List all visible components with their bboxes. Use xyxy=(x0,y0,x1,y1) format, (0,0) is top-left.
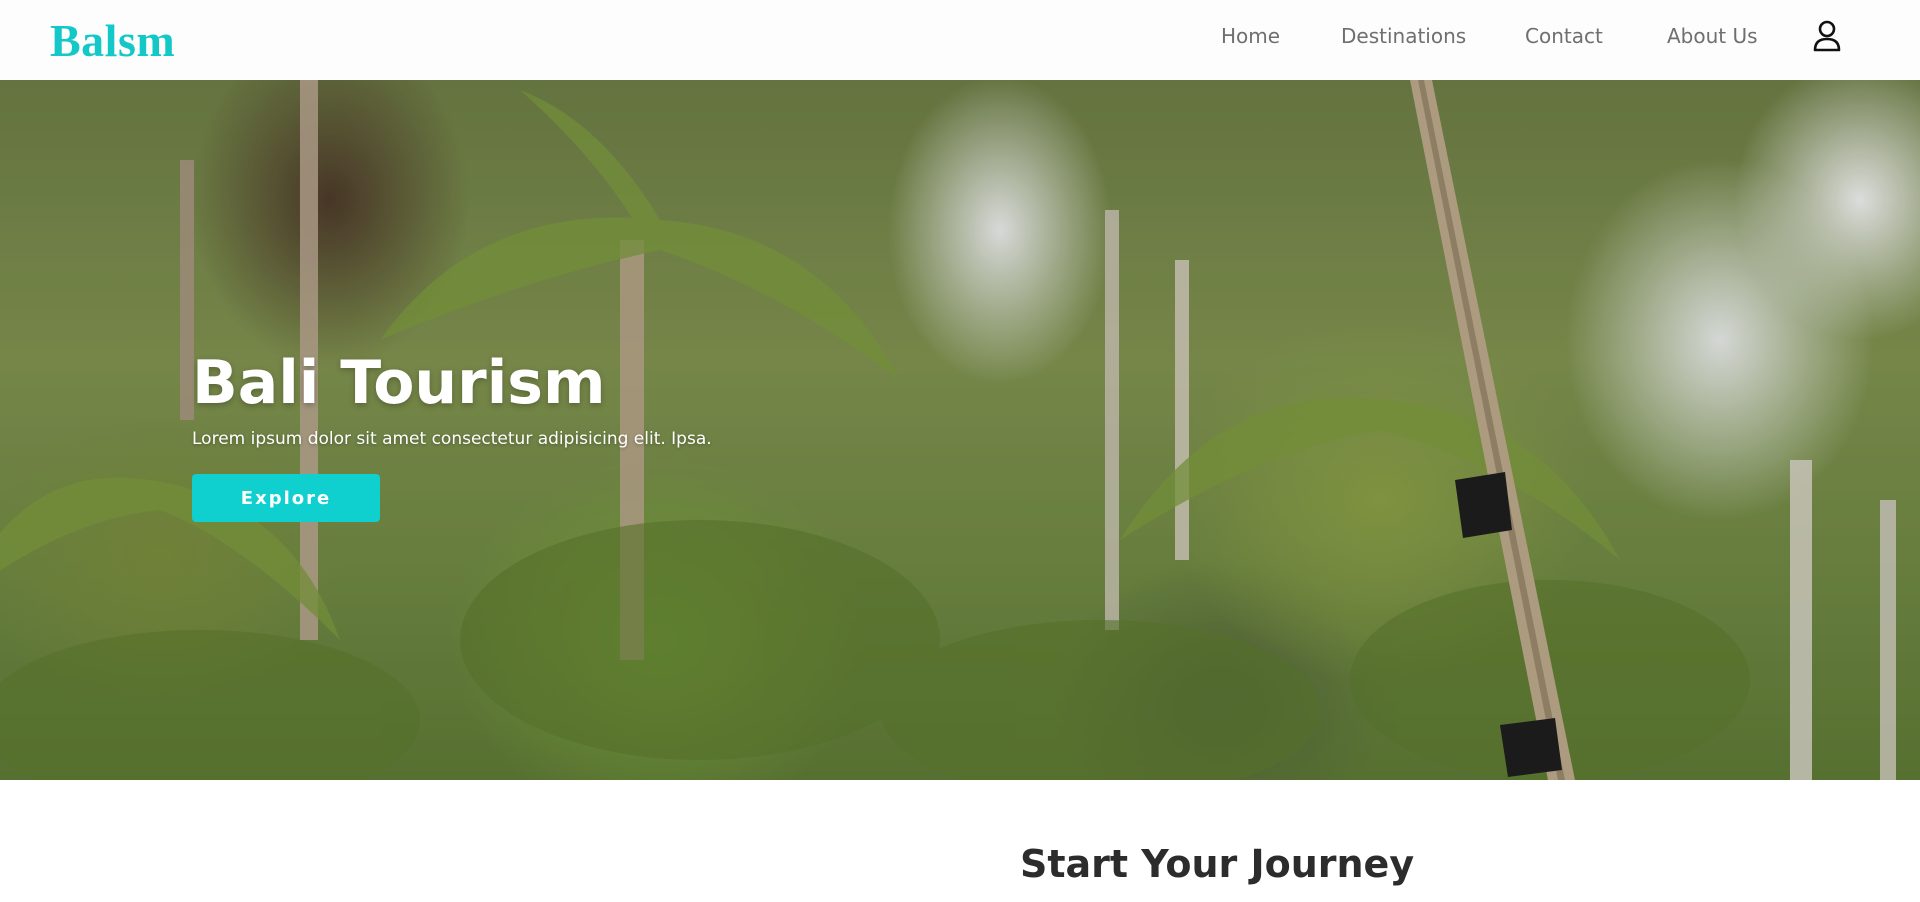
nav-link-destinations[interactable]: Destinations xyxy=(1341,24,1466,48)
main-nav: Home Destinations Contact About Us xyxy=(0,0,1920,80)
hero-subtitle: Lorem ipsum dolor sit amet consectetur a… xyxy=(192,429,712,449)
hero-title-light: Tourism xyxy=(340,348,606,418)
nav-link-about-us[interactable]: About Us xyxy=(1667,24,1758,48)
hero-banner: Bali Tourism Lorem ipsum dolor sit amet … xyxy=(0,80,1920,780)
hero-title-bold: Bali xyxy=(192,348,320,418)
site-header: Balsm Home Destinations Contact About Us xyxy=(0,0,1920,80)
section-title: Start Your Journey xyxy=(1020,842,1415,886)
nav-link-contact[interactable]: Contact xyxy=(1525,24,1603,48)
user-icon[interactable] xyxy=(1812,20,1842,52)
explore-button[interactable]: Explore xyxy=(192,474,380,522)
nav-link-home[interactable]: Home xyxy=(1221,24,1280,48)
hero-title: Bali Tourism xyxy=(192,348,606,418)
